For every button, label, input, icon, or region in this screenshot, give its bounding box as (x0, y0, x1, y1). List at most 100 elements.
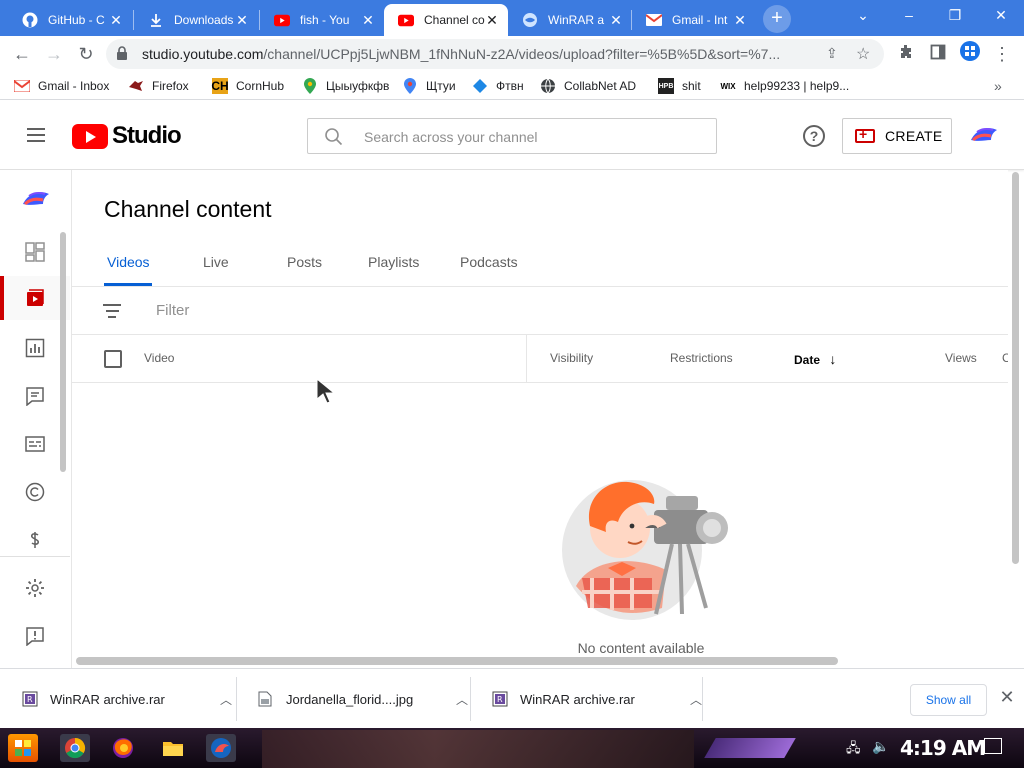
chevron-up-icon[interactable]: ︿ (220, 691, 232, 708)
menu-icon[interactable] (24, 124, 48, 148)
column-views[interactable]: Views (945, 351, 977, 365)
gear-icon (25, 578, 45, 598)
studio-sidebar (0, 170, 72, 668)
create-button[interactable]: CREATE (842, 118, 952, 154)
app-taskbar-icon[interactable] (206, 734, 236, 762)
close-icon[interactable]: ✕ (608, 12, 624, 28)
firefox-taskbar-icon[interactable] (108, 734, 138, 762)
close-icon[interactable]: ✕ (108, 12, 124, 28)
bookmark-star-icon[interactable]: ☆ (856, 44, 870, 64)
tab-search-icon[interactable]: ⌄ (840, 0, 886, 30)
download-item[interactable]: Jordanella_florid....jpg ︿ (236, 669, 470, 729)
tab-github[interactable]: GitHub - C ✕ (8, 4, 132, 36)
bookmark-collabnet[interactable]: CollabNet AD (540, 76, 636, 96)
close-icon[interactable]: ✕ (360, 12, 376, 28)
profile-icon[interactable] (956, 40, 984, 68)
column-comments[interactable]: C (1002, 351, 1008, 365)
vertical-scrollbar[interactable] (1012, 172, 1019, 564)
tab-gmail[interactable]: Gmail - Int ✕ (632, 4, 756, 36)
volume-icon[interactable]: 🔈 (872, 738, 889, 755)
create-video-icon (855, 126, 875, 143)
forward-button[interactable]: → (40, 40, 68, 68)
select-all-checkbox[interactable] (104, 350, 122, 368)
active-indicator (0, 276, 4, 320)
empty-state-message: No content available (577, 640, 705, 656)
taskbar-clock[interactable]: 4:19 AM (900, 736, 986, 760)
close-icon[interactable]: ✕ (484, 12, 500, 28)
close-downloads-icon[interactable]: ✕ (997, 687, 1017, 707)
chrome-taskbar-icon[interactable] (60, 734, 90, 762)
sidebar-scrollbar[interactable] (60, 232, 66, 472)
back-button[interactable]: ← (8, 40, 36, 68)
filter-bar[interactable]: Filter (72, 287, 1008, 335)
download-item[interactable]: R WinRAR archive.rar ︿ (0, 669, 236, 729)
lock-icon[interactable] (116, 46, 130, 62)
file-explorer-icon[interactable] (158, 734, 188, 762)
share-icon[interactable]: ⇪ (826, 45, 838, 62)
avatar[interactable] (967, 120, 999, 152)
window-close-button[interactable]: ✕ (978, 0, 1024, 30)
help-icon[interactable]: ? (803, 125, 825, 147)
filter-input[interactable]: Filter (156, 302, 189, 319)
notification-icon[interactable] (984, 738, 1002, 754)
column-visibility[interactable]: Visibility (550, 351, 593, 365)
dashboard-icon (25, 242, 45, 262)
tab-downloads[interactable]: Downloads ✕ (134, 4, 258, 36)
column-date[interactable]: Date ↓ (794, 351, 836, 367)
bookmark-firefox[interactable]: Firefox (128, 76, 189, 96)
network-icon[interactable]: 🖧 (846, 739, 861, 761)
side-panel-icon[interactable] (924, 40, 952, 68)
tab-posts[interactable]: Posts (287, 254, 322, 270)
sidebar-item-settings[interactable] (0, 566, 70, 610)
extensions-icon[interactable] (892, 40, 920, 68)
bookmark-gmail-inbox[interactable]: Gmail - Inbox (14, 76, 109, 96)
tab-live[interactable]: Live (203, 254, 229, 270)
browser-menu-icon[interactable]: ⋮ (988, 40, 1016, 68)
url-text[interactable]: studio.youtube.com/channel/UCPpj5LjwNBM_… (142, 46, 822, 62)
bookmark-ftvn[interactable]: Фтвн (472, 76, 524, 96)
chevron-up-icon[interactable]: ︿ (690, 691, 702, 708)
channel-content-main: Channel content Videos Live Posts Playli… (72, 170, 1008, 668)
bookmark-shit[interactable]: HPB shit (658, 76, 701, 96)
url-domain: studio.youtube.com (142, 46, 264, 62)
column-divider[interactable] (526, 335, 527, 383)
tab-winrar[interactable]: WinRAR a ✕ (508, 4, 632, 36)
bookmark-label: CornHub (236, 79, 285, 93)
address-bar[interactable]: studio.youtube.com/channel/UCPpj5LjwNBM_… (106, 39, 884, 69)
chevron-up-icon[interactable]: ︿ (456, 691, 468, 708)
logo-text: Studio (112, 122, 182, 149)
bookmark-maps-2[interactable]: Щтуи (402, 76, 456, 96)
tab-podcasts[interactable]: Podcasts (460, 254, 518, 270)
close-icon[interactable]: ✕ (234, 12, 250, 28)
bookmark-label: CollabNet AD (564, 79, 637, 93)
close-icon[interactable]: ✕ (732, 12, 748, 28)
tab-playlists[interactable]: Playlists (368, 254, 419, 270)
column-date-label: Date (794, 353, 821, 367)
tab-videos[interactable]: Videos (107, 254, 150, 270)
sidebar-item-copyright[interactable] (0, 470, 70, 514)
reload-button[interactable]: ↻ (72, 40, 100, 68)
bookmark-help99233[interactable]: WIX help99233 | help9... (720, 76, 849, 96)
bookmarks-overflow-button[interactable]: » (994, 76, 1002, 96)
youtube-studio-logo[interactable]: Studio (72, 122, 182, 150)
new-tab-button[interactable]: + (763, 5, 791, 33)
bookmark-cornhub[interactable]: CH CornHub (211, 76, 285, 96)
empty-state-illustration (562, 468, 738, 620)
search-input[interactable]: Search across your channel (307, 118, 717, 154)
bookmarks-bar: Gmail - Inbox Firefox CH CornHub Цыыуфкф… (0, 72, 1024, 100)
tab-youtube-fish[interactable]: fish - You ✕ (260, 4, 384, 36)
sidebar-item-feedback[interactable] (0, 614, 70, 658)
comments-icon (25, 386, 45, 407)
sort-down-icon[interactable]: ↓ (829, 351, 836, 367)
minimize-button[interactable]: – (886, 0, 932, 30)
start-button-icon[interactable] (8, 734, 38, 762)
horizontal-scrollbar[interactable] (76, 657, 838, 665)
bookmark-maps-1[interactable]: Цыыуфкфв (302, 76, 389, 96)
tab-channel-content[interactable]: Channel co ✕ (384, 4, 508, 36)
filter-icon[interactable] (103, 304, 121, 318)
column-restrictions[interactable]: Restrictions (670, 351, 733, 365)
show-all-downloads-button[interactable]: Show all (910, 684, 987, 716)
download-item[interactable]: R WinRAR archive.rar ︿ (470, 669, 702, 729)
restore-button[interactable]: ❐ (932, 0, 978, 30)
channel-avatar[interactable] (19, 184, 51, 216)
